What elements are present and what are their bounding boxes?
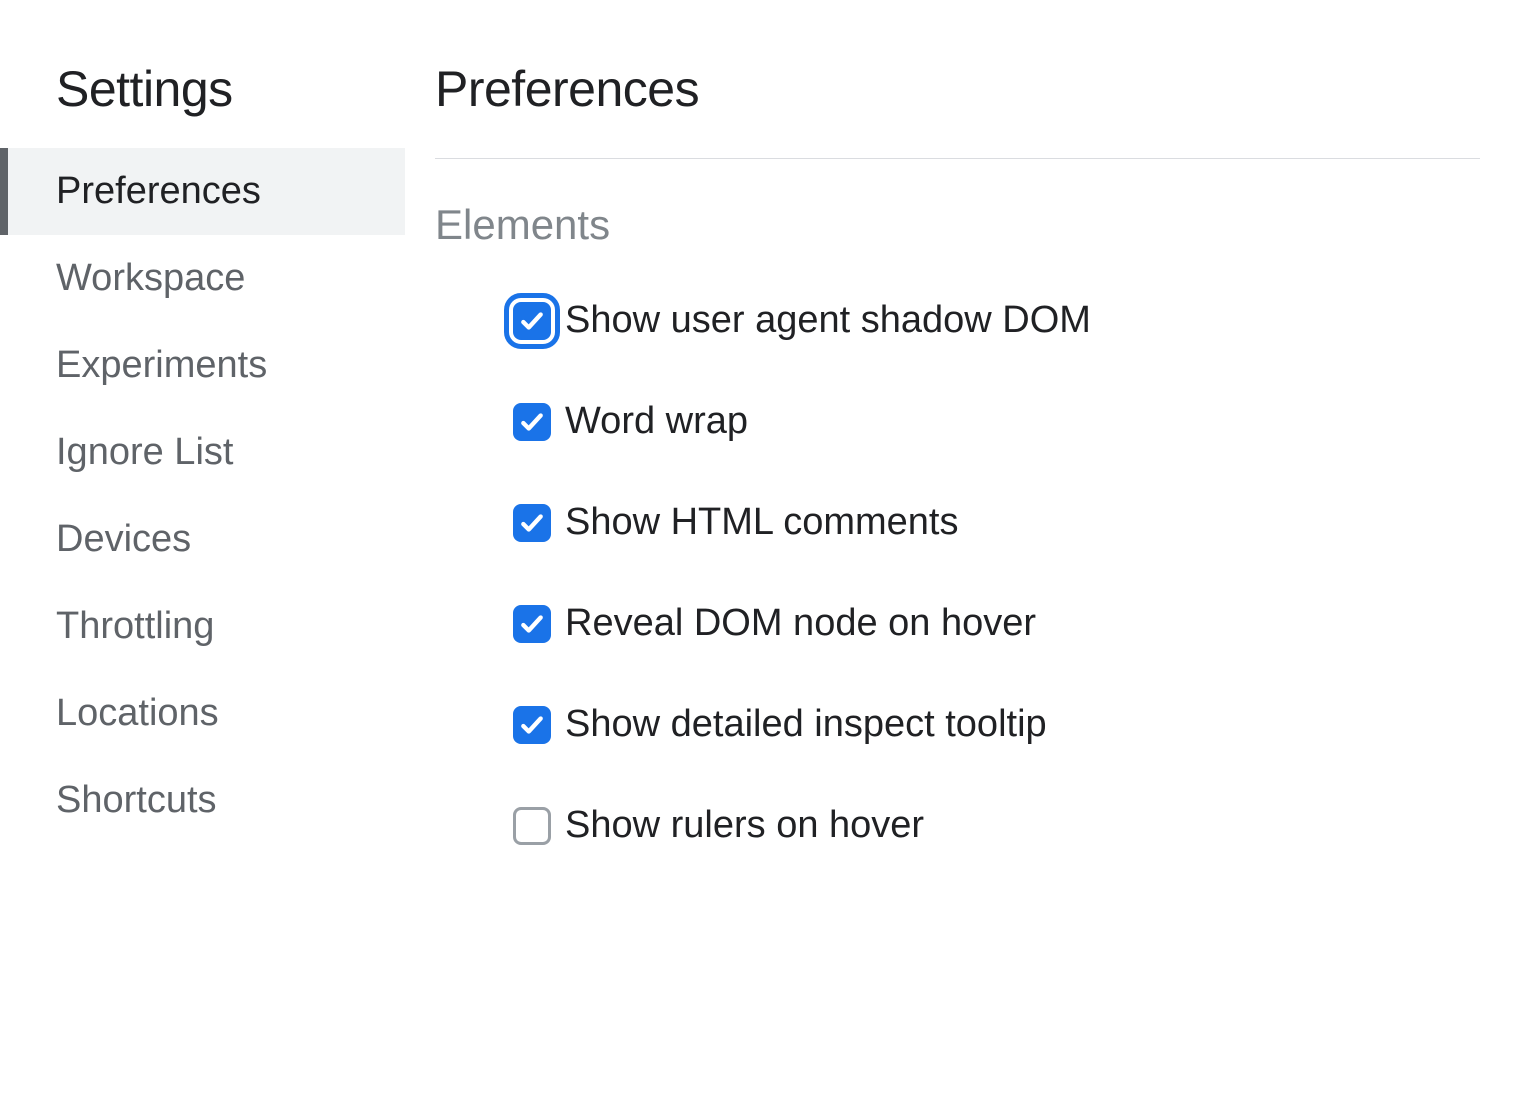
option-label: Word wrap	[565, 400, 748, 443]
sidebar-item-shortcuts[interactable]: Shortcuts	[8, 757, 405, 844]
checkmark-icon	[519, 510, 545, 536]
sidebar-item-label: Ignore List	[56, 431, 233, 473]
checkbox[interactable]	[513, 504, 551, 542]
checkmark-icon	[519, 409, 545, 435]
option-show-user-agent-shadow-dom[interactable]: Show user agent shadow DOM	[435, 299, 1480, 342]
sidebar-item-ignore-list[interactable]: Ignore List	[8, 409, 405, 496]
sidebar-item-label: Shortcuts	[56, 779, 217, 821]
option-show-html-comments[interactable]: Show HTML comments	[435, 501, 1480, 544]
section-title-elements: Elements	[435, 201, 1480, 299]
option-label: Show user agent shadow DOM	[565, 299, 1091, 342]
main-panel: Preferences Elements Show user agent sha…	[405, 0, 1520, 1110]
option-label: Show HTML comments	[565, 501, 958, 544]
sidebar-item-devices[interactable]: Devices	[8, 496, 405, 583]
settings-sidebar: Settings Preferences Workspace Experimen…	[0, 0, 405, 1110]
option-show-detailed-inspect-tooltip[interactable]: Show detailed inspect tooltip	[435, 703, 1480, 746]
sidebar-title: Settings	[8, 60, 405, 148]
divider	[435, 158, 1480, 159]
sidebar-item-label: Throttling	[56, 605, 214, 647]
checkmark-icon	[519, 712, 545, 738]
option-label: Reveal DOM node on hover	[565, 602, 1036, 645]
sidebar-item-throttling[interactable]: Throttling	[8, 583, 405, 670]
sidebar-item-preferences[interactable]: Preferences	[8, 148, 405, 235]
checkmark-icon	[519, 308, 545, 334]
checkbox[interactable]	[513, 403, 551, 441]
sidebar-item-label: Preferences	[56, 170, 261, 212]
sidebar-item-workspace[interactable]: Workspace	[8, 235, 405, 322]
option-label: Show rulers on hover	[565, 804, 924, 847]
checkbox[interactable]	[513, 706, 551, 744]
option-word-wrap[interactable]: Word wrap	[435, 400, 1480, 443]
checkbox[interactable]	[513, 807, 551, 845]
sidebar-item-label: Workspace	[56, 257, 245, 299]
checkmark-icon	[519, 611, 545, 637]
sidebar-item-label: Devices	[56, 518, 191, 560]
sidebar-item-label: Experiments	[56, 344, 267, 386]
option-label: Show detailed inspect tooltip	[565, 703, 1047, 746]
sidebar-item-label: Locations	[56, 692, 219, 734]
option-reveal-dom-node-on-hover[interactable]: Reveal DOM node on hover	[435, 602, 1480, 645]
checkbox[interactable]	[513, 605, 551, 643]
option-show-rulers-on-hover[interactable]: Show rulers on hover	[435, 804, 1480, 847]
sidebar-item-locations[interactable]: Locations	[8, 670, 405, 757]
checkbox[interactable]	[513, 302, 551, 340]
sidebar-item-experiments[interactable]: Experiments	[8, 322, 405, 409]
page-title: Preferences	[435, 60, 1480, 158]
